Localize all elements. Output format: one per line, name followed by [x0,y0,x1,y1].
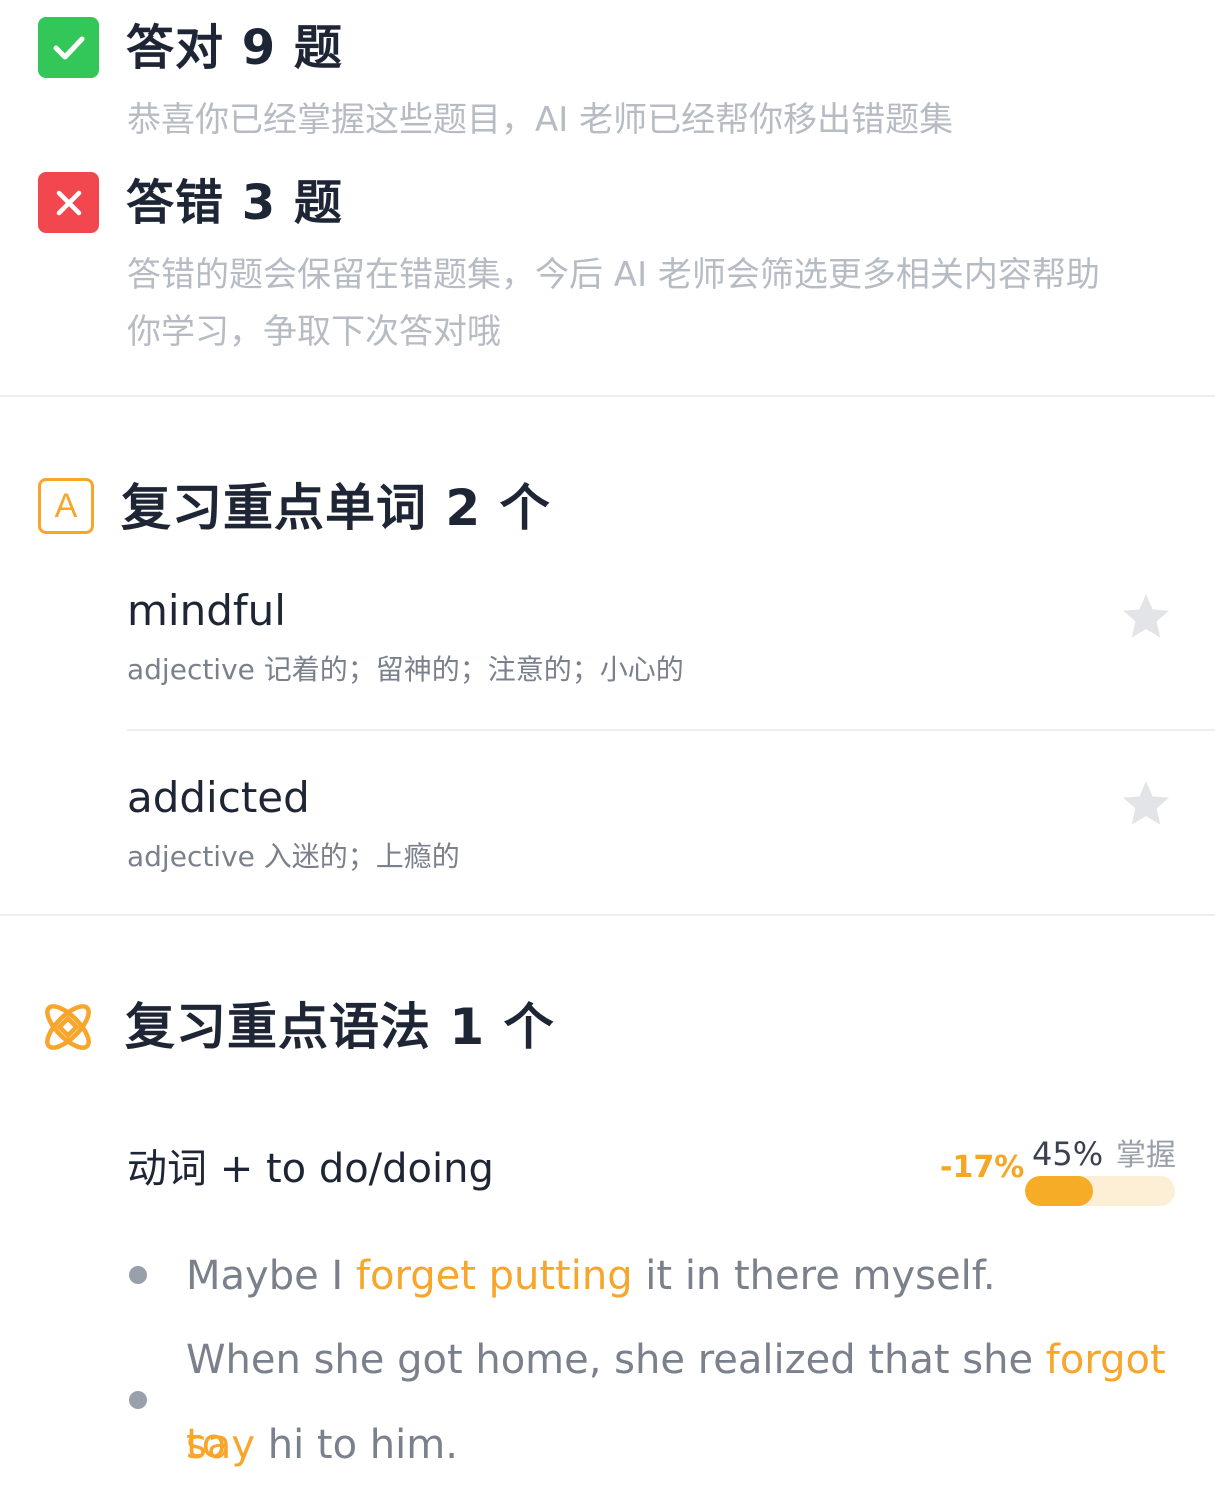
wrong-count-title: 答错 3 题 [126,175,343,231]
example-highlight: forget putting [355,1253,633,1299]
word-mindful-definition: adjective 记着的；留神的；注意的；小心的 [127,653,684,686]
check-icon [53,36,84,59]
grammar-section-title: 复习重点语法 1 个 [125,998,555,1056]
correct-badge [38,17,99,78]
example-bullet [129,1266,147,1284]
wrong-badge [38,172,99,233]
star-icon[interactable] [1119,777,1173,831]
mastery-percent: 45% [1032,1135,1104,1173]
section-divider [0,395,1215,397]
mastery-progress-fill [1025,1176,1093,1206]
letter-a-glyph: A [54,487,78,525]
example-highlight: say [186,1422,256,1468]
example-sentence-2-line2: say hi to him. [186,1422,458,1468]
correct-count-title: 答对 9 题 [126,20,343,76]
example-bullet [129,1391,147,1409]
star-icon[interactable] [1119,590,1173,644]
word-addicted[interactable]: addicted [127,773,310,823]
word-addicted-definition: adjective 入迷的；上瘾的 [127,840,460,873]
word-mindful[interactable]: mindful [127,586,286,636]
atom-icon [45,1004,91,1050]
section-divider [0,914,1215,916]
mastery-label: 掌握 [1116,1138,1176,1173]
grammar-point-title[interactable]: 动词 + to do/doing [127,1144,494,1194]
word-divider [127,729,1215,731]
letter-a-icon: A [38,478,94,534]
example-sentence-1: Maybe I forget putting it in there mysel… [186,1253,996,1299]
close-icon [56,190,81,215]
mastery-trend: -17% [940,1150,1025,1185]
wrong-description-line1: 答错的题会保留在错题集，今后 AI 老师会筛选更多相关内容帮助 [127,255,1100,295]
words-section-title: 复习重点单词 2 个 [121,479,551,537]
correct-description: 恭喜你已经掌握这些题目，AI 老师已经帮你移出错题集 [127,100,954,140]
mastery-progress-bar [1025,1176,1175,1206]
wrong-description-line2: 你学习，争取下次答对哦 [127,312,501,352]
